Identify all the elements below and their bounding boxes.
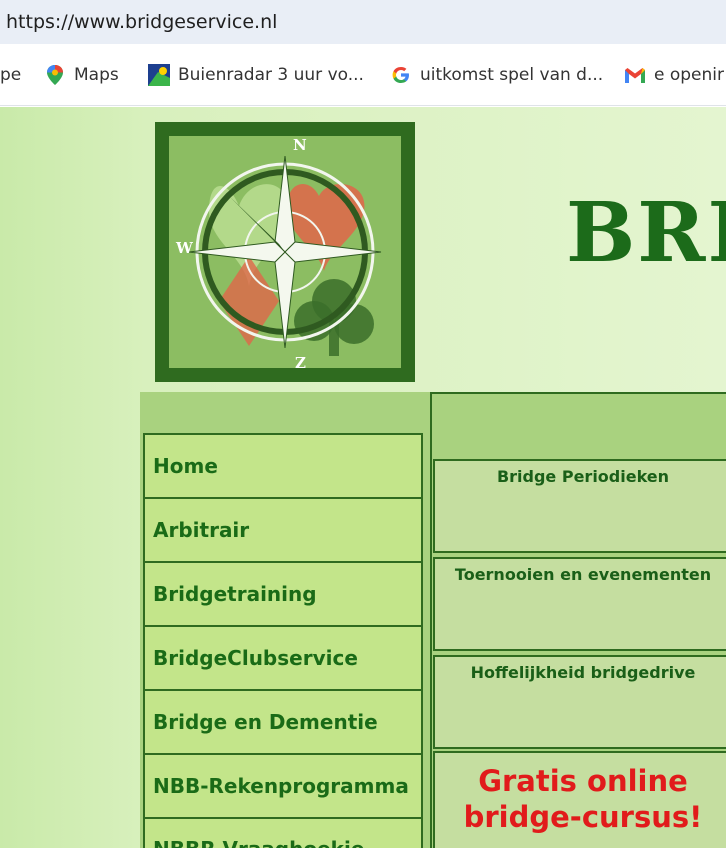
bookmark-buienradar[interactable]: Buienradar 3 uur vo... [148, 63, 364, 87]
bookmark-maps[interactable]: Maps [44, 63, 119, 87]
box-title: Bridge Periodieken [496, 467, 670, 486]
nav-item-arbitrair[interactable]: Arbitrair [143, 497, 423, 561]
site-title: BRI [566, 185, 726, 281]
nav-item-bridgeclubservice[interactable]: BridgeClubservice [143, 625, 423, 689]
bookmark-label: Buienradar 3 uur vo... [178, 65, 364, 85]
bookmark-label: pe [0, 65, 22, 85]
promo-line-2: bridge-cursus! [463, 800, 703, 834]
bookmark-gmail[interactable]: e openir [624, 63, 724, 87]
gmail-icon [624, 64, 646, 86]
nav-item-nbbr-vraaghoekje[interactable]: NBBR-Vraaghoekje [143, 817, 423, 848]
bookmark-label: e openir [654, 65, 725, 85]
box-bridge-periodieken[interactable]: Bridge Periodieken [433, 459, 726, 553]
nav-item-home[interactable]: Home [143, 433, 423, 497]
main-navigation: Home Arbitrair Bridgetraining BridgeClub… [143, 433, 423, 848]
compass-cards-logo-icon [169, 136, 401, 368]
compass-letter-n: N [293, 136, 307, 154]
site-logo[interactable]: N W O Z [155, 122, 415, 382]
bookmark-partial[interactable]: pe [0, 63, 21, 87]
bookmark-label: Maps [74, 65, 119, 85]
buienradar-icon [148, 64, 170, 86]
bookmark-google[interactable]: uitkomst spel van d... [390, 63, 603, 87]
promo-free-online-course[interactable]: Gratis online bridge-cursus! [433, 751, 726, 848]
box-hoffelijkheid-bridgedrive[interactable]: Hoffelijkheid bridgedrive [433, 655, 726, 749]
bookmark-label: uitkomst spel van d... [420, 65, 604, 85]
compass-letter-w: W [176, 239, 193, 257]
box-toernooien-en-evenementen[interactable]: Toernooien en evenementen [433, 557, 726, 651]
address-bar[interactable]: https://www.bridgeservice.nl [0, 0, 726, 44]
nav-item-nbb-rekenprogramma[interactable]: NBB-Rekenprogramma [143, 753, 423, 817]
nav-item-bridge-en-dementie[interactable]: Bridge en Dementie [143, 689, 423, 753]
box-title: Toernooien en evenementen [454, 565, 712, 584]
nav-item-bridgetraining[interactable]: Bridgetraining [143, 561, 423, 625]
compass-letter-z: Z [295, 354, 306, 368]
maps-pin-icon [44, 64, 66, 86]
google-g-icon [390, 64, 412, 86]
box-title: Hoffelijkheid bridgedrive [470, 663, 696, 682]
url-text[interactable]: https://www.bridgeservice.nl [6, 11, 277, 33]
promo-line-1: Gratis online [478, 764, 688, 798]
bookmarks-bar: pe Maps Buienradar 3 uur vo... uitkomst … [0, 44, 726, 106]
logo-artwork: N W O Z [169, 136, 401, 368]
web-page: N W O Z BRI Home Arbitrair Bridgetrainin… [0, 107, 726, 848]
